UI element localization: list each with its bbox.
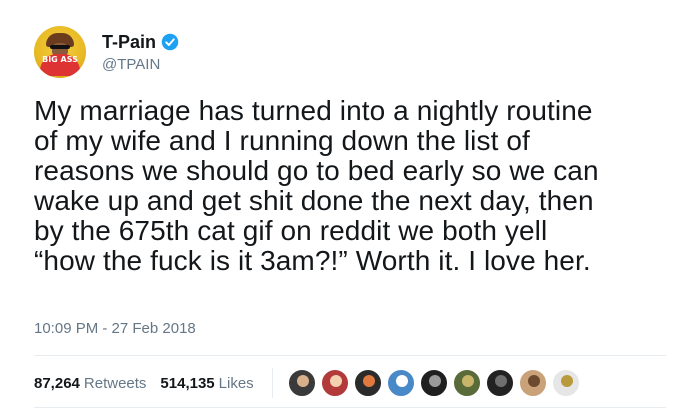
liker-avatar-icon[interactable]: [484, 368, 515, 398]
likes-stat[interactable]: 514,135 Likes: [160, 375, 253, 392]
avatar-chain-text: BIG ASS: [40, 54, 80, 76]
tweet-text: My marriage has turned into a nightly ro…: [34, 96, 684, 276]
liker-face-shape: [494, 375, 507, 387]
liker-face-shape: [560, 375, 573, 387]
liker-face-shape: [296, 375, 309, 387]
liker-face-shape: [362, 375, 375, 387]
tweet-timestamp[interactable]: 10:09 PM - 27 Feb 2018: [34, 320, 196, 337]
liker-avatar-icon[interactable]: [550, 368, 581, 398]
liker-face-shape: [329, 375, 342, 387]
tweet-header: BIG ASS T-Pain @TPAIN: [34, 24, 179, 80]
tweet-text-line: wake up and get shit done the next day, …: [34, 185, 594, 216]
likes-label: Likes: [218, 374, 254, 392]
liker-avatars: [286, 368, 584, 398]
retweets-stat[interactable]: 87,264 Retweets: [34, 375, 146, 392]
liker-avatar-icon[interactable]: [385, 368, 416, 398]
tweet-card: BIG ASS T-Pain @TPAIN My marriage has tu…: [0, 0, 700, 413]
sunglasses-shape: [50, 45, 70, 49]
liker-avatar-icon[interactable]: [451, 368, 482, 398]
verified-badge-icon: [161, 33, 179, 51]
display-name[interactable]: T-Pain: [102, 32, 156, 53]
retweets-label: Retweets: [83, 374, 147, 392]
liker-avatar-icon[interactable]: [517, 368, 548, 398]
liker-face-shape: [527, 375, 540, 387]
stats-separator: [271, 368, 273, 398]
retweets-count: 87,264: [34, 374, 80, 392]
liker-face-shape: [395, 375, 408, 387]
name-row: T-Pain: [102, 32, 179, 53]
divider: [34, 355, 666, 356]
tweet-stats: 87,264 Retweets 514,135 Likes: [34, 365, 584, 401]
liker-face-shape: [428, 375, 441, 387]
divider: [34, 407, 666, 408]
liker-avatar-icon[interactable]: [286, 368, 317, 398]
tweet-text-line: My marriage has turned into a nightly ro…: [34, 95, 593, 126]
author-names: T-Pain @TPAIN: [102, 32, 179, 73]
profile-avatar[interactable]: BIG ASS: [34, 26, 86, 78]
tweet-text-line: “how the fuck is it 3am?!” Worth it. I l…: [34, 245, 591, 276]
liker-avatar-icon[interactable]: [319, 368, 350, 398]
user-handle[interactable]: @TPAIN: [102, 56, 179, 73]
likes-count: 514,135: [160, 374, 215, 392]
liker-avatar-icon[interactable]: [418, 368, 449, 398]
liker-face-shape: [461, 375, 474, 387]
tweet-text-line: reasons we should go to bed early so we …: [34, 155, 599, 186]
tweet-text-line: of my wife and I running down the list o…: [34, 125, 530, 156]
tweet-text-line: by the 675th cat gif on reddit we both y…: [34, 215, 548, 246]
liker-avatar-icon[interactable]: [352, 368, 383, 398]
